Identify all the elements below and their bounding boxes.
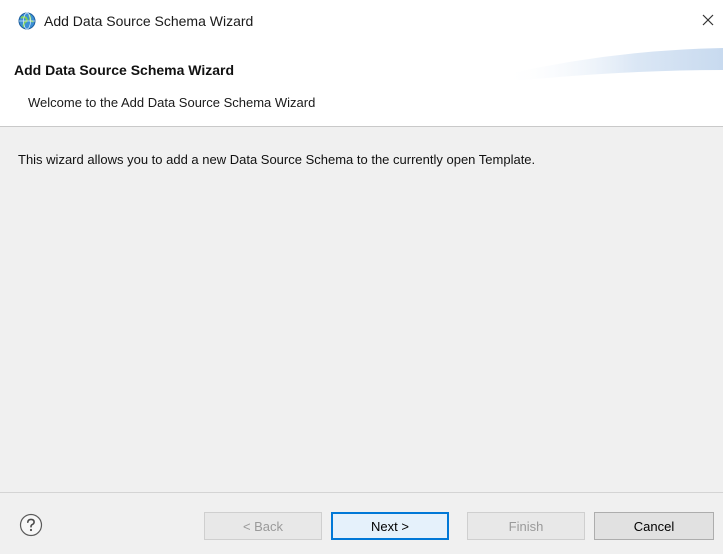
close-button[interactable] bbox=[693, 6, 723, 34]
title-bar: Add Data Source Schema Wizard bbox=[0, 0, 723, 40]
back-button[interactable]: < Back bbox=[204, 512, 322, 540]
header-banner-graphic bbox=[503, 48, 723, 82]
wizard-window: Add Data Source Schema Wizard Add Data S… bbox=[0, 0, 723, 554]
wizard-footer: < Back Next > Finish Cancel bbox=[0, 493, 723, 554]
wizard-header: Add Data Source Schema Wizard Welcome to… bbox=[0, 40, 723, 126]
wizard-description: This wizard allows you to add a new Data… bbox=[18, 152, 536, 167]
wizard-content: This wizard allows you to add a new Data… bbox=[0, 127, 723, 492]
cancel-button[interactable]: Cancel bbox=[594, 512, 714, 540]
question-mark-icon[interactable] bbox=[19, 513, 43, 537]
window-title: Add Data Source Schema Wizard bbox=[44, 13, 254, 29]
wizard-page-title: Add Data Source Schema Wizard bbox=[14, 62, 235, 78]
globe-icon bbox=[18, 12, 36, 30]
close-icon bbox=[701, 13, 715, 27]
wizard-page-subtitle: Welcome to the Add Data Source Schema Wi… bbox=[28, 95, 316, 110]
next-button[interactable]: Next > bbox=[331, 512, 449, 540]
finish-button[interactable]: Finish bbox=[467, 512, 585, 540]
